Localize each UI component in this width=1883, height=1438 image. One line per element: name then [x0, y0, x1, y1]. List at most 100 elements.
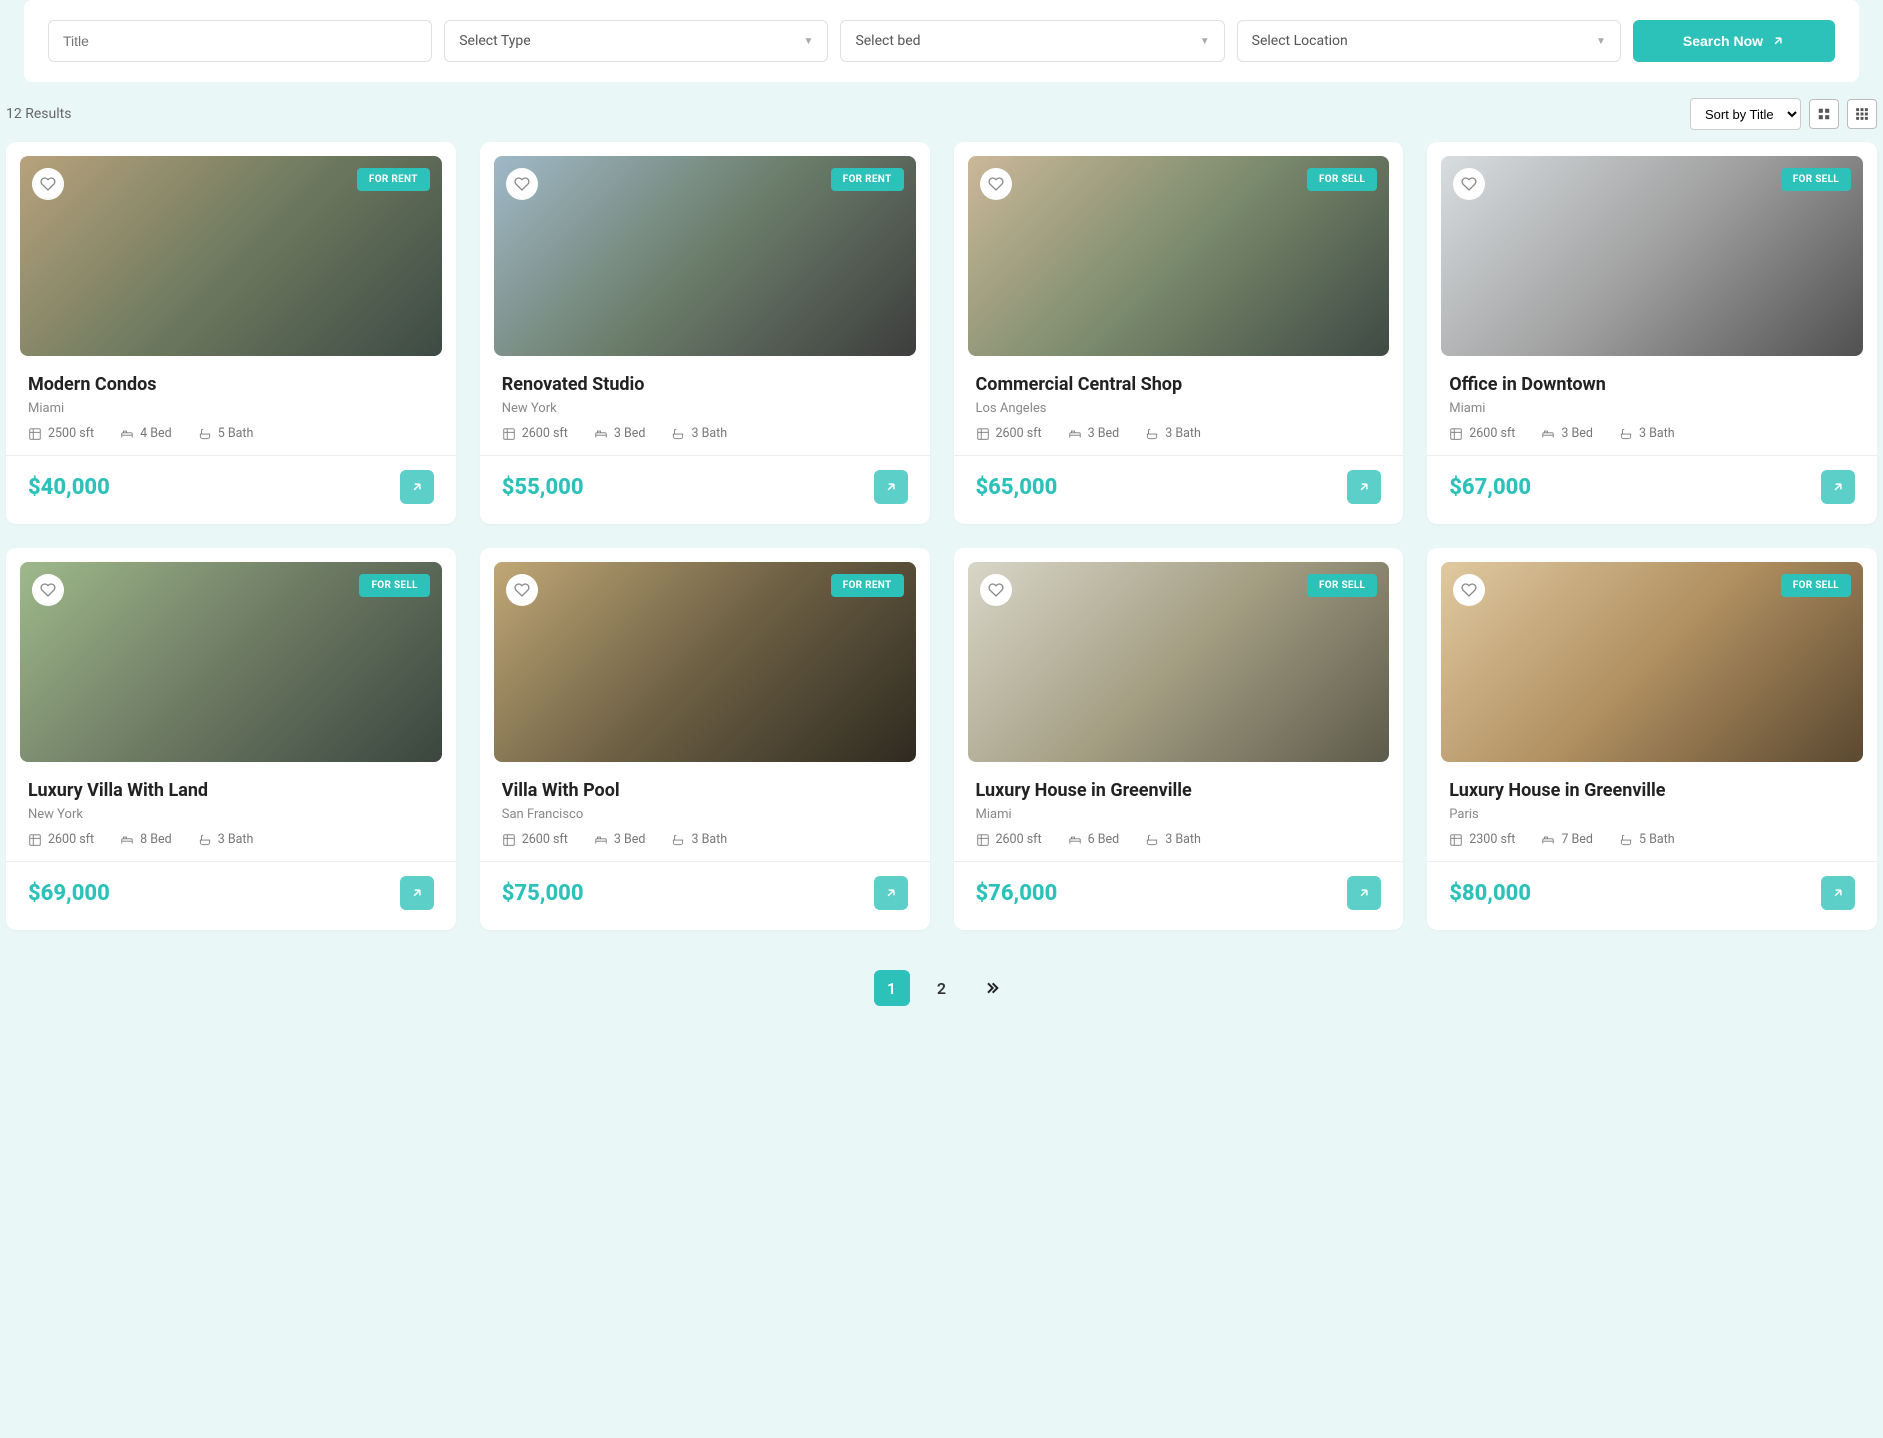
meta-sqft: 2600 sft: [502, 832, 568, 847]
location-placeholder: Select Location: [1252, 33, 1348, 49]
title-input[interactable]: [63, 33, 417, 49]
favorite-button[interactable]: [1453, 168, 1485, 200]
type-select[interactable]: Select Type ▼: [444, 20, 828, 62]
listing-body: Luxury Villa With Land New York 2600 sft…: [6, 762, 456, 847]
type-placeholder: Select Type: [459, 33, 530, 49]
listing-footer: $69,000: [6, 861, 456, 930]
results-header: 12 Results Sort by Title: [0, 98, 1883, 142]
listing-tag: FOR SELL: [1781, 574, 1851, 597]
view-listing-button[interactable]: [874, 876, 908, 910]
listing-location: Paris: [1449, 807, 1855, 822]
arrow-icon: [1357, 886, 1371, 900]
listing-tag: FOR SELL: [1307, 574, 1377, 597]
bed-icon: [1541, 427, 1555, 441]
page-1[interactable]: 1: [874, 970, 910, 1006]
bath-value: 3 Bath: [1639, 426, 1675, 441]
bed-value: 3 Bed: [1088, 426, 1120, 441]
view-listing-button[interactable]: [874, 470, 908, 504]
meta-bath: 3 Bath: [1145, 426, 1201, 441]
area-icon: [976, 833, 990, 847]
listing-tag: FOR SELL: [1781, 168, 1851, 191]
view-listing-button[interactable]: [400, 876, 434, 910]
area-icon: [502, 833, 516, 847]
heart-icon: [1461, 176, 1477, 192]
bath-value: 3 Bath: [691, 832, 727, 847]
listing-tag: FOR RENT: [357, 168, 430, 191]
arrow-icon: [884, 480, 898, 494]
sqft-value: 2500 sft: [48, 426, 94, 441]
sort-select[interactable]: Sort by Title: [1690, 98, 1801, 130]
location-select[interactable]: Select Location ▼: [1237, 20, 1621, 62]
listing-price: $69,000: [28, 881, 110, 906]
sqft-value: 2600 sft: [522, 832, 568, 847]
bed-icon: [594, 427, 608, 441]
arrow-icon: [410, 480, 424, 494]
listing-title[interactable]: Luxury Villa With Land: [28, 780, 434, 801]
listing-price: $40,000: [28, 475, 110, 500]
listing-price: $67,000: [1449, 475, 1531, 500]
listing-meta: 2600 sft 3 Bed 3 Bath: [502, 426, 908, 441]
bed-value: 6 Bed: [1088, 832, 1120, 847]
listing-title[interactable]: Renovated Studio: [502, 374, 908, 395]
listing-title[interactable]: Luxury House in Greenville: [1449, 780, 1855, 801]
grid-view-button[interactable]: [1809, 99, 1839, 129]
sqft-value: 2600 sft: [996, 832, 1042, 847]
heart-icon: [1461, 582, 1477, 598]
meta-bath: 3 Bath: [1145, 832, 1201, 847]
listing-title[interactable]: Commercial Central Shop: [976, 374, 1382, 395]
bed-icon: [594, 833, 608, 847]
bed-value: 8 Bed: [140, 832, 172, 847]
grid-3-view-button[interactable]: [1847, 99, 1877, 129]
favorite-button[interactable]: [506, 168, 538, 200]
heart-icon: [514, 582, 530, 598]
page-next[interactable]: [974, 970, 1010, 1006]
view-listing-button[interactable]: [400, 470, 434, 504]
meta-bed: 8 Bed: [120, 832, 172, 847]
view-listing-button[interactable]: [1347, 470, 1381, 504]
view-listing-button[interactable]: [1821, 470, 1855, 504]
meta-bed: 3 Bed: [1541, 426, 1593, 441]
meta-bed: 3 Bed: [1068, 426, 1120, 441]
favorite-button[interactable]: [980, 574, 1012, 606]
listing-card: FOR SELL Luxury Villa With Land New York…: [6, 548, 456, 930]
listing-meta: 2300 sft 7 Bed 5 Bath: [1449, 832, 1855, 847]
bath-icon: [671, 427, 685, 441]
favorite-button[interactable]: [32, 574, 64, 606]
arrow-icon: [1831, 886, 1845, 900]
favorite-button[interactable]: [506, 574, 538, 606]
sqft-value: 2600 sft: [522, 426, 568, 441]
listing-title[interactable]: Modern Condos: [28, 374, 434, 395]
page-2[interactable]: 2: [924, 970, 960, 1006]
listing-title[interactable]: Villa With Pool: [502, 780, 908, 801]
bath-value: 3 Bath: [691, 426, 727, 441]
listing-price: $76,000: [976, 881, 1058, 906]
sqft-value: 2600 sft: [996, 426, 1042, 441]
listing-body: Renovated Studio New York 2600 sft 3 Bed…: [480, 356, 930, 441]
favorite-button[interactable]: [980, 168, 1012, 200]
view-listing-button[interactable]: [1821, 876, 1855, 910]
listing-card: FOR RENT Modern Condos Miami 2500 sft 4 …: [6, 142, 456, 524]
listing-image-wrap: FOR SELL: [1441, 562, 1863, 762]
listing-price: $80,000: [1449, 881, 1531, 906]
listing-card: FOR RENT Villa With Pool San Francisco 2…: [480, 548, 930, 930]
bath-icon: [198, 833, 212, 847]
meta-sqft: 2600 sft: [976, 832, 1042, 847]
bath-icon: [671, 833, 685, 847]
bed-select[interactable]: Select bed ▼: [840, 20, 1224, 62]
bath-value: 5 Bath: [1639, 832, 1675, 847]
bath-icon: [198, 427, 212, 441]
chevrons-right-icon: [984, 980, 1000, 996]
grid-2-icon: [1817, 107, 1831, 121]
meta-bed: 7 Bed: [1541, 832, 1593, 847]
bath-value: 3 Bath: [218, 832, 254, 847]
listing-title[interactable]: Office in Downtown: [1449, 374, 1855, 395]
meta-sqft: 2300 sft: [1449, 832, 1515, 847]
listing-image-wrap: FOR SELL: [20, 562, 442, 762]
listing-title[interactable]: Luxury House in Greenville: [976, 780, 1382, 801]
bath-value: 3 Bath: [1165, 832, 1201, 847]
search-button[interactable]: Search Now: [1633, 20, 1835, 62]
view-listing-button[interactable]: [1347, 876, 1381, 910]
favorite-button[interactable]: [1453, 574, 1485, 606]
meta-bath: 3 Bath: [671, 832, 727, 847]
favorite-button[interactable]: [32, 168, 64, 200]
